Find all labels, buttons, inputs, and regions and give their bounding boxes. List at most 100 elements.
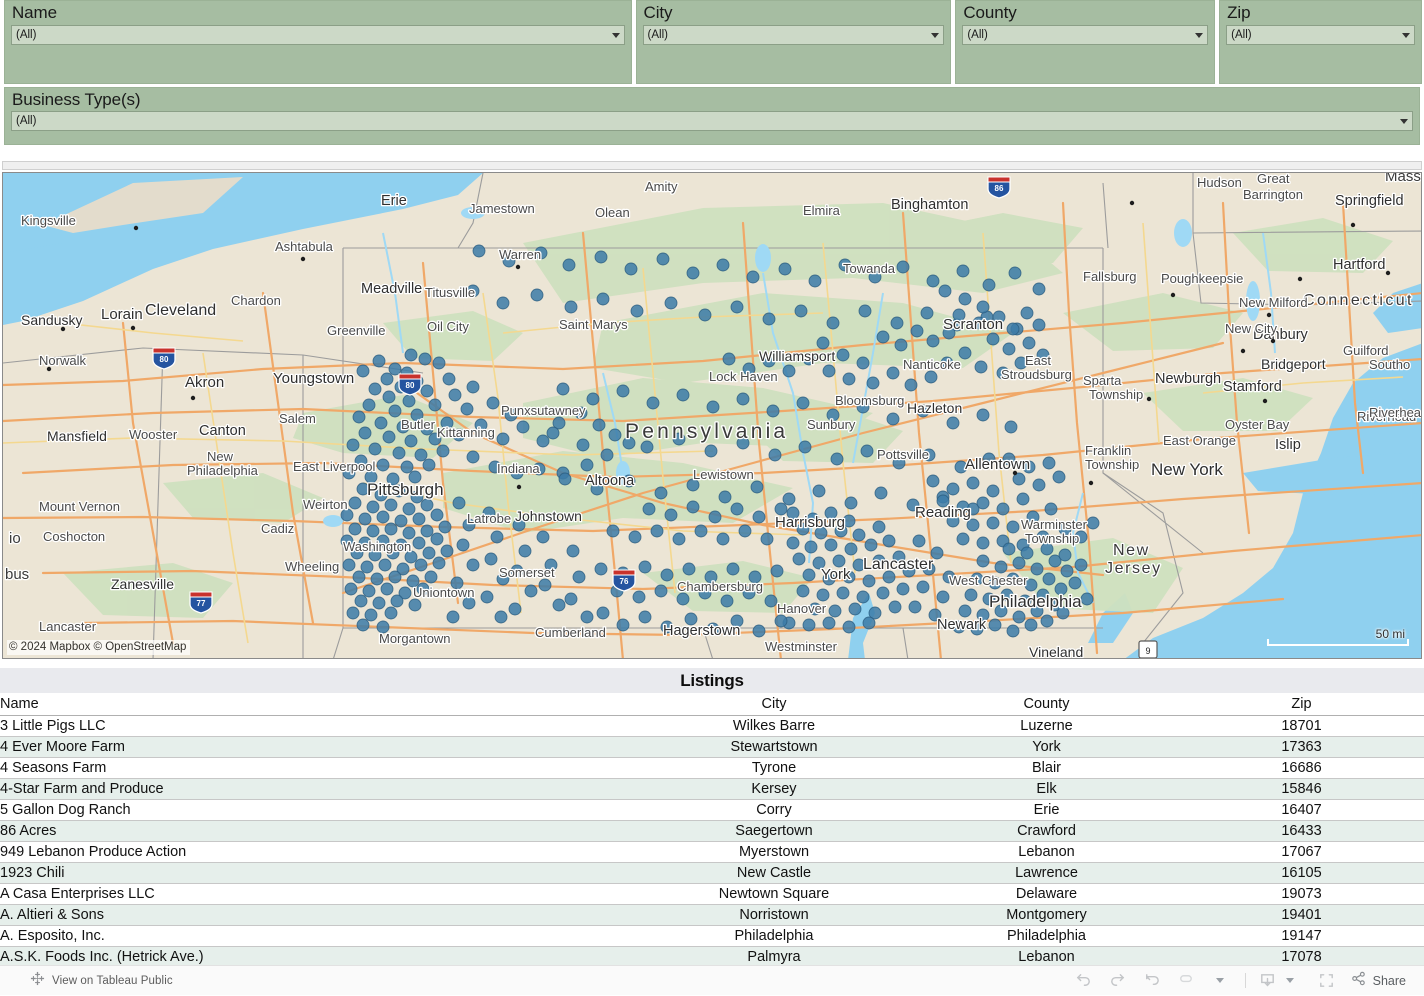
table-row[interactable]: A. Esposito, Inc. Philadelphia Philadelphi…: [0, 925, 1424, 947]
cell-county: Elk: [914, 778, 1179, 800]
table-header-row: Name City County Zip: [0, 693, 1424, 716]
filter-label-city: City: [643, 3, 673, 22]
svg-text:Westminster: Westminster: [765, 639, 838, 654]
svg-text:Barrington: Barrington: [1243, 187, 1303, 202]
cell-name: 4-Star Farm and Produce: [0, 778, 634, 800]
svg-text:Cadiz: Cadiz: [261, 521, 294, 536]
undo-button[interactable]: [1067, 966, 1101, 996]
column-header-county[interactable]: County: [914, 693, 1179, 716]
svg-text:Johnstown: Johnstown: [515, 508, 582, 524]
cell-county: Lawrence: [914, 862, 1179, 884]
cell-city: Tyrone: [634, 757, 914, 779]
svg-text:Somerset: Somerset: [499, 565, 555, 580]
filter-value-name: (All): [16, 29, 37, 41]
svg-text:Butler: Butler: [401, 417, 436, 432]
svg-text:Meadville: Meadville: [361, 281, 422, 297]
column-header-name[interactable]: Name: [0, 693, 634, 716]
cell-city: Kersey: [634, 778, 914, 800]
filter-label-zip: Zip: [1227, 3, 1251, 22]
map-scale-bar: 50 mi: [1267, 628, 1409, 646]
column-header-city[interactable]: City: [634, 693, 914, 716]
map-canvas[interactable]: Pennsylvania Connecticut New Jersey Mass…: [3, 173, 1422, 659]
download-button[interactable]: [1254, 966, 1282, 996]
map-view[interactable]: Pennsylvania Connecticut New Jersey Mass…: [2, 172, 1422, 659]
svg-text:Great: Great: [1257, 173, 1290, 186]
svg-text:Washington: Washington: [343, 539, 411, 554]
svg-text:Lancaster: Lancaster: [863, 556, 934, 573]
chevron-down-icon: [1195, 32, 1204, 38]
svg-text:Wooster: Wooster: [129, 427, 178, 442]
table-row[interactable]: A Casa Enterprises LLC Newtown Square Dela…: [0, 883, 1424, 905]
svg-text:Newark: Newark: [937, 617, 987, 633]
cell-city: Newtown Square: [634, 883, 914, 905]
svg-text:Williamsport: Williamsport: [759, 348, 835, 364]
svg-text:East: East: [1025, 353, 1051, 368]
table-row[interactable]: A. Altieri & Sons Norristown Montgomery 194…: [0, 904, 1424, 926]
listings-title: Listings: [0, 668, 1424, 693]
filter-select-county[interactable]: (All): [962, 25, 1209, 45]
cell-zip: 19401: [1179, 904, 1424, 926]
table-row[interactable]: 4-Star Farm and Produce Kersey Elk 15846: [0, 778, 1424, 800]
svg-text:77: 77: [197, 599, 206, 608]
svg-text:Morgantown: Morgantown: [379, 631, 451, 646]
filter-panel: Name (All) City (All) County (All) Zip (…: [0, 0, 1424, 155]
svg-text:Township: Township: [1085, 457, 1139, 472]
table-row[interactable]: 1923 Chili New Castle Lawrence 16105: [0, 862, 1424, 884]
svg-text:Lancaster: Lancaster: [39, 619, 97, 634]
fullscreen-button[interactable]: [1310, 966, 1344, 996]
svg-text:bus: bus: [5, 566, 29, 583]
svg-text:Cleveland: Cleveland: [145, 302, 216, 319]
svg-text:Weirton: Weirton: [303, 497, 348, 512]
cell-county: Philadelphia: [914, 925, 1179, 947]
cell-county: Crawford: [914, 820, 1179, 842]
svg-text:Youngstown: Youngstown: [273, 370, 354, 387]
chevron-down-icon: [1215, 978, 1224, 983]
table-row[interactable]: 86 Acres Saegertown Crawford 16433: [0, 820, 1424, 842]
table-row[interactable]: 5 Gallon Dog Ranch Corry Erie 16407: [0, 799, 1424, 821]
horizontal-scrollbar[interactable]: [2, 161, 1422, 170]
redo-button[interactable]: [1101, 966, 1135, 996]
cell-name: 4 Seasons Farm: [0, 757, 634, 779]
table-row[interactable]: 949 Lebanon Produce Action Myerstown Leban…: [0, 841, 1424, 863]
svg-text:New Milford: New Milford: [1239, 295, 1308, 310]
pause-dropdown-button[interactable]: [1203, 966, 1237, 996]
svg-text:Mansfield: Mansfield: [47, 428, 107, 444]
svg-text:Zanesville: Zanesville: [111, 576, 174, 592]
svg-text:Kingsville: Kingsville: [21, 213, 76, 228]
chevron-down-icon: [1402, 32, 1410, 38]
revert-button[interactable]: [1135, 966, 1169, 996]
cell-name: 3 Little Pigs LLC: [0, 715, 634, 737]
table-row[interactable]: 3 Little Pigs LLC Wilkes Barre Luzerne 1870…: [0, 715, 1424, 737]
svg-text:Greenville: Greenville: [327, 323, 386, 338]
svg-text:Norwalk: Norwalk: [39, 353, 86, 368]
svg-text:Coshocton: Coshocton: [43, 529, 105, 544]
svg-text:Jamestown: Jamestown: [469, 201, 535, 216]
svg-text:Wheeling: Wheeling: [285, 559, 339, 574]
svg-text:Springfield: Springfield: [1335, 193, 1404, 209]
svg-text:Pottsville: Pottsville: [877, 447, 929, 462]
cell-name: 5 Gallon Dog Ranch: [0, 799, 634, 821]
listings-table-body: 3 Little Pigs LLC Wilkes Barre Luzerne 1870…: [0, 715, 1424, 968]
svg-text:Mass: Mass: [1385, 173, 1421, 185]
svg-text:York: York: [821, 566, 851, 583]
view-on-tableau-public-link[interactable]: View on Tableau Public: [30, 971, 173, 991]
table-row[interactable]: 4 Seasons Farm Tyrone Blair 16686: [0, 757, 1424, 779]
filter-select-name[interactable]: (All): [11, 25, 625, 45]
refresh-button[interactable]: [1169, 966, 1203, 996]
download-dropdown[interactable]: [1282, 966, 1298, 996]
svg-text:Sandusky: Sandusky: [21, 312, 82, 328]
svg-text:Harrisburg: Harrisburg: [775, 514, 845, 531]
table-row[interactable]: 4 Ever Moore Farm Stewartstown York 17363: [0, 736, 1424, 758]
svg-text:Fallsburg: Fallsburg: [1083, 269, 1136, 284]
cell-city: Wilkes Barre: [634, 715, 914, 737]
filter-select-city[interactable]: (All): [642, 25, 945, 45]
share-button[interactable]: Share: [1350, 970, 1406, 992]
svg-text:Pennsylvania: Pennsylvania: [625, 420, 788, 443]
column-header-zip[interactable]: Zip: [1179, 693, 1424, 716]
view-on-tableau-public-label: View on Tableau Public: [52, 974, 173, 987]
svg-text:Punxsutawney: Punxsutawney: [501, 403, 586, 418]
cell-city: Myerstown: [634, 841, 914, 863]
svg-text:Towanda: Towanda: [843, 261, 896, 276]
filter-select-zip[interactable]: (All): [1226, 25, 1415, 45]
filter-select-business-types[interactable]: (All): [11, 111, 1413, 131]
